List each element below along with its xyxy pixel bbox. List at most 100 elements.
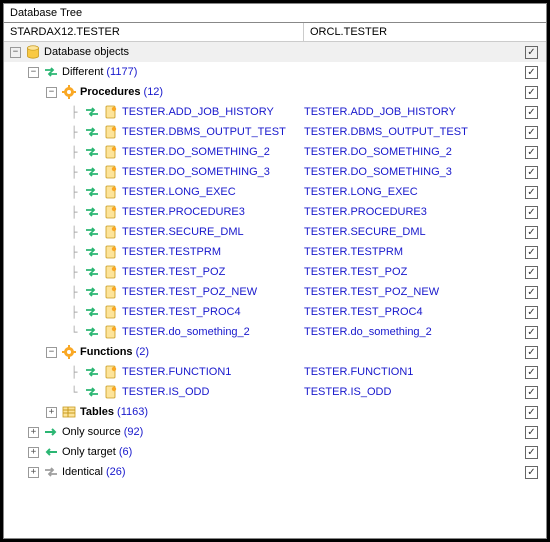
collapse-icon[interactable]: − bbox=[46, 347, 57, 358]
checkbox[interactable]: ✓ bbox=[525, 426, 538, 439]
diff-arrows-icon bbox=[84, 324, 100, 340]
node-link[interactable]: TESTER.DO_SOMETHING_2 bbox=[122, 146, 270, 158]
checkbox[interactable]: ✓ bbox=[525, 86, 538, 99]
checkbox[interactable]: ✓ bbox=[525, 46, 538, 59]
checkbox[interactable]: ✓ bbox=[525, 446, 538, 459]
tree-body: −Database objects✓−Different (1177)✓−Pro… bbox=[4, 42, 546, 536]
node-link[interactable]: TESTER.TESTPRM bbox=[122, 246, 221, 258]
document-icon bbox=[103, 224, 119, 240]
right-link[interactable]: TESTER.FUNCTION1 bbox=[304, 366, 504, 378]
right-link[interactable]: TESTER.IS_ODD bbox=[304, 386, 504, 398]
header-left: STARDAX12.TESTER bbox=[4, 23, 304, 41]
checkbox[interactable]: ✓ bbox=[525, 206, 538, 219]
checkbox[interactable]: ✓ bbox=[525, 226, 538, 239]
node-link[interactable]: TESTER.IS_ODD bbox=[122, 386, 209, 398]
right-link[interactable]: TESTER.DO_SOMETHING_3 bbox=[304, 166, 504, 178]
tree-row[interactable]: −Different (1177)✓ bbox=[4, 62, 546, 82]
node-label: Functions bbox=[80, 346, 133, 358]
collapse-icon[interactable]: − bbox=[28, 67, 39, 78]
node-link[interactable]: TESTER.PROCEDURE3 bbox=[122, 206, 245, 218]
database-icon bbox=[25, 44, 41, 60]
checkbox[interactable]: ✓ bbox=[525, 186, 538, 199]
diff-arrows-icon bbox=[84, 364, 100, 380]
collapse-icon[interactable]: − bbox=[10, 47, 21, 58]
collapse-icon[interactable]: − bbox=[46, 87, 57, 98]
checkbox[interactable]: ✓ bbox=[525, 366, 538, 379]
node-link[interactable]: TESTER.DO_SOMETHING_3 bbox=[122, 166, 270, 178]
count-label: (2) bbox=[136, 346, 149, 358]
checkbox[interactable]: ✓ bbox=[525, 286, 538, 299]
checkbox[interactable]: ✓ bbox=[525, 386, 538, 399]
tree-row[interactable]: −Database objects✓ bbox=[4, 42, 546, 62]
diff-arrows-icon bbox=[84, 144, 100, 160]
expand-icon[interactable]: + bbox=[28, 467, 39, 478]
checkbox[interactable]: ✓ bbox=[525, 166, 538, 179]
node-link[interactable]: TESTER.TEST_POZ_NEW bbox=[122, 286, 257, 298]
tree-row[interactable]: +Only target (6)✓ bbox=[4, 442, 546, 462]
document-icon bbox=[103, 204, 119, 220]
right-link[interactable]: TESTER.DO_SOMETHING_2 bbox=[304, 146, 504, 158]
right-link[interactable]: TESTER.TEST_POZ bbox=[304, 266, 504, 278]
tree-row[interactable]: ├TESTER.DO_SOMETHING_2TESTER.DO_SOMETHIN… bbox=[4, 142, 546, 162]
checkbox[interactable]: ✓ bbox=[525, 146, 538, 159]
gear-icon bbox=[61, 84, 77, 100]
tree-row[interactable]: ├TESTER.SECURE_DMLTESTER.SECURE_DML✓ bbox=[4, 222, 546, 242]
right-link[interactable]: TESTER.DBMS_OUTPUT_TEST bbox=[304, 126, 504, 138]
tree-row[interactable]: ├TESTER.DO_SOMETHING_3TESTER.DO_SOMETHIN… bbox=[4, 162, 546, 182]
tree-row[interactable]: −Procedures (12)✓ bbox=[4, 82, 546, 102]
tree-row[interactable]: └TESTER.IS_ODDTESTER.IS_ODD✓ bbox=[4, 382, 546, 402]
checkbox[interactable]: ✓ bbox=[525, 106, 538, 119]
tree-row[interactable]: └TESTER.do_something_2TESTER.do_somethin… bbox=[4, 322, 546, 342]
checkbox[interactable]: ✓ bbox=[525, 266, 538, 279]
node-link[interactable]: TESTER.TEST_POZ bbox=[122, 266, 225, 278]
right-link[interactable]: TESTER.PROCEDURE3 bbox=[304, 206, 504, 218]
checkbox[interactable]: ✓ bbox=[525, 306, 538, 319]
checkbox[interactable]: ✓ bbox=[525, 246, 538, 259]
tree-row[interactable]: ├TESTER.DBMS_OUTPUT_TESTTESTER.DBMS_OUTP… bbox=[4, 122, 546, 142]
identical-icon bbox=[43, 464, 59, 480]
checkbox[interactable]: ✓ bbox=[525, 326, 538, 339]
diff-arrows-icon bbox=[84, 264, 100, 280]
count-label: (12) bbox=[144, 86, 164, 98]
expand-icon[interactable]: + bbox=[46, 407, 57, 418]
tree-row[interactable]: ├TESTER.TEST_POZTESTER.TEST_POZ✓ bbox=[4, 262, 546, 282]
document-icon bbox=[103, 364, 119, 380]
tree-row[interactable]: +Only source (92)✓ bbox=[4, 422, 546, 442]
node-link[interactable]: TESTER.TEST_PROC4 bbox=[122, 306, 241, 318]
node-link[interactable]: TESTER.LONG_EXEC bbox=[122, 186, 236, 198]
tree-row[interactable]: ├TESTER.TEST_POZ_NEWTESTER.TEST_POZ_NEW✓ bbox=[4, 282, 546, 302]
right-link[interactable]: TESTER.ADD_JOB_HISTORY bbox=[304, 106, 504, 118]
tree-row[interactable]: +Tables (1163)✓ bbox=[4, 402, 546, 422]
document-icon bbox=[103, 184, 119, 200]
tree-row[interactable]: ├TESTER.PROCEDURE3TESTER.PROCEDURE3✓ bbox=[4, 202, 546, 222]
node-link[interactable]: TESTER.ADD_JOB_HISTORY bbox=[122, 106, 274, 118]
tree-row[interactable]: +Identical (26)✓ bbox=[4, 462, 546, 482]
tree-row[interactable]: ├TESTER.TESTPRMTESTER.TESTPRM✓ bbox=[4, 242, 546, 262]
tree-row[interactable]: ├TESTER.ADD_JOB_HISTORYTESTER.ADD_JOB_HI… bbox=[4, 102, 546, 122]
expand-icon[interactable]: + bbox=[28, 447, 39, 458]
count-label: (1177) bbox=[106, 66, 137, 78]
node-link[interactable]: TESTER.do_something_2 bbox=[122, 326, 250, 338]
node-link[interactable]: TESTER.FUNCTION1 bbox=[122, 366, 231, 378]
right-link[interactable]: TESTER.do_something_2 bbox=[304, 326, 504, 338]
node-link[interactable]: TESTER.DBMS_OUTPUT_TEST bbox=[122, 126, 286, 138]
node-link[interactable]: TESTER.SECURE_DML bbox=[122, 226, 244, 238]
column-headers: STARDAX12.TESTER ORCL.TESTER bbox=[4, 23, 546, 42]
checkbox[interactable]: ✓ bbox=[525, 406, 538, 419]
tree-row[interactable]: ├TESTER.LONG_EXECTESTER.LONG_EXEC✓ bbox=[4, 182, 546, 202]
expand-icon[interactable]: + bbox=[28, 427, 39, 438]
checkbox[interactable]: ✓ bbox=[525, 66, 538, 79]
count-label: (92) bbox=[124, 426, 144, 438]
document-icon bbox=[103, 164, 119, 180]
right-link[interactable]: TESTER.TEST_POZ_NEW bbox=[304, 286, 504, 298]
right-link[interactable]: TESTER.LONG_EXEC bbox=[304, 186, 504, 198]
checkbox[interactable]: ✓ bbox=[525, 126, 538, 139]
right-link[interactable]: TESTER.TESTPRM bbox=[304, 246, 504, 258]
right-link[interactable]: TESTER.TEST_PROC4 bbox=[304, 306, 504, 318]
right-link[interactable]: TESTER.SECURE_DML bbox=[304, 226, 504, 238]
checkbox[interactable]: ✓ bbox=[525, 346, 538, 359]
tree-row[interactable]: − Functions (2) ✓ bbox=[4, 342, 546, 362]
checkbox[interactable]: ✓ bbox=[525, 466, 538, 479]
tree-row[interactable]: ├TESTER.TEST_PROC4TESTER.TEST_PROC4✓ bbox=[4, 302, 546, 322]
tree-row[interactable]: ├TESTER.FUNCTION1TESTER.FUNCTION1✓ bbox=[4, 362, 546, 382]
